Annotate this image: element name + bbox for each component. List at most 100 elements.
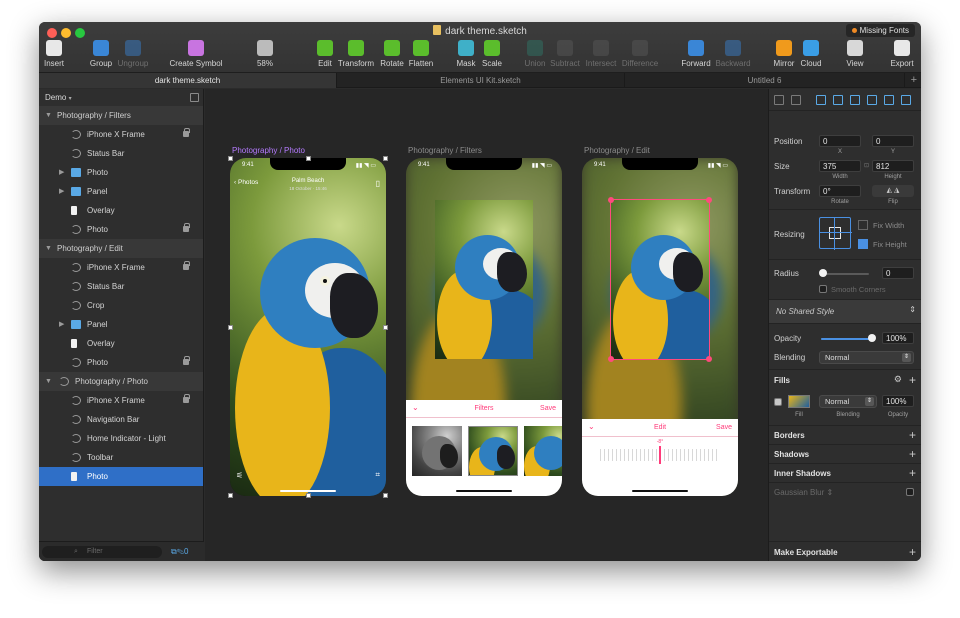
filter-thumb-vivid[interactable] [524,426,562,476]
canvas[interactable]: Photography / Photo Photography / Filter… [205,89,768,561]
resize-handle[interactable] [306,156,311,161]
align-top-icon[interactable] [867,95,877,105]
layer-item[interactable]: Status Bar [39,144,203,163]
layer-group[interactable]: ▼ Photography / Edit [39,239,203,258]
collapse-pages-icon[interactable] [190,93,199,102]
align-center-icon[interactable] [833,95,843,105]
bookmark-icon[interactable]: ▯ [376,179,380,188]
resize-handle[interactable] [228,493,233,498]
toolbar-subtract-button[interactable]: Subtract [548,40,582,70]
align-middle-icon[interactable] [884,95,894,105]
crop-handle[interactable] [706,356,712,362]
lock-icon[interactable] [183,128,190,137]
crop-handle[interactable] [608,356,614,362]
resize-handle[interactable] [383,493,388,498]
disclosure-open-icon[interactable]: ▼ [45,106,52,125]
smooth-corners-checkbox[interactable] [819,285,827,293]
filter-thumb-original[interactable] [468,426,518,476]
fill-enabled-checkbox[interactable] [774,398,782,406]
artboard-filters[interactable]: 9:41 ▮▮ ◥ ▭ ⌄ Filters Save [406,158,562,496]
toolbar-zoom-button[interactable]: 58% [247,40,283,70]
resize-handle[interactable] [228,156,233,161]
layer-item[interactable]: Photo [39,220,203,239]
distribute-horizontal-icon[interactable] [774,95,784,105]
crop-icon[interactable]: ⌗ [375,470,380,480]
layer-item[interactable]: Status Bar [39,277,203,296]
crop-handle[interactable] [706,197,712,203]
opacity-input[interactable]: 100% [882,332,914,344]
flip-buttons[interactable]: ◭ ◮ [872,185,914,197]
gaussian-blur-select[interactable]: Gaussian Blur ⇕ [774,488,833,497]
fill-blending-select[interactable]: Normal ⇕ [819,395,877,408]
layer-item[interactable]: Home Indicator - Light [39,429,203,448]
toolbar-edit-button[interactable]: Edit [315,40,335,70]
lock-icon[interactable] [183,223,190,232]
toolbar-export-button[interactable]: Export [889,40,915,70]
layer-item[interactable]: ▶ Panel [39,315,203,334]
toolbar-symbol-button[interactable]: Create Symbol [169,40,223,70]
disclosure-open-icon[interactable]: ▼ [45,372,52,391]
toolbar-backward-button[interactable]: Backward [715,40,751,70]
add-fill-button[interactable]: + [909,374,916,386]
crop-handle[interactable] [608,197,614,203]
align-right-icon[interactable] [850,95,860,105]
layer-item[interactable]: Crop [39,296,203,315]
disclosure-open-icon[interactable]: ▼ [45,239,52,258]
toolbar-group-button[interactable]: Group [89,40,113,70]
toolbar-cloud-button[interactable]: Cloud [799,40,823,70]
artboard-title-edit[interactable]: Photography / Edit [584,146,650,155]
disclosure-closed-icon[interactable]: ▶ [59,315,64,334]
add-inner-shadow-button[interactable]: + [909,467,916,479]
layer-item[interactable]: Photo [39,353,203,372]
radius-slider[interactable] [821,273,869,275]
align-bottom-icon[interactable] [901,95,911,105]
disclosure-closed-icon[interactable]: ▶ [59,163,64,182]
artboard-title-filters[interactable]: Photography / Filters [408,146,482,155]
fill-swatch[interactable] [788,395,810,408]
fix-width-icon[interactable] [858,220,868,230]
fix-height-icon[interactable] [858,239,868,249]
fix-width-label[interactable]: Fix Width [873,221,904,230]
tab-elements-ui-kit[interactable]: Elements UI Kit.sketch [337,73,625,88]
new-tab-button[interactable]: + [911,74,917,86]
layer-item[interactable]: Toolbar [39,448,203,467]
toolbar-view-button[interactable]: View [844,40,866,70]
blur-enabled-checkbox[interactable] [906,488,914,496]
radius-input[interactable]: 0 [882,267,914,279]
artboard-title-photo[interactable]: Photography / Photo [232,146,305,155]
layer-item[interactable]: Overlay [39,334,203,353]
toolbar-rotate-button[interactable]: Rotate [378,40,406,70]
radius-slider-knob[interactable] [819,269,827,277]
resize-handle[interactable] [228,325,233,330]
add-shadow-button[interactable]: + [909,448,916,460]
distribute-vertical-icon[interactable] [791,95,801,105]
blending-select[interactable]: Normal ⇕ [819,351,914,364]
toolbar-plus-button[interactable]: Insert [43,40,65,70]
shared-style-select[interactable]: No Shared Style ⇕ [769,299,921,323]
opacity-slider-knob[interactable] [868,334,876,342]
x-input[interactable]: 0 [819,135,861,147]
lock-icon[interactable] [183,356,190,365]
add-border-button[interactable]: + [909,429,916,441]
height-input[interactable]: 812 [872,160,914,172]
toolbar-transform-button[interactable]: Transform [337,40,375,70]
fill-opacity-input[interactable]: 100% [882,395,914,407]
layer-item[interactable]: Navigation Bar [39,410,203,429]
layer-group[interactable]: ▼ Photography / Photo [39,372,203,391]
toolbar-ungroup-button[interactable]: Ungroup [117,40,149,70]
toolbar-intersect-button[interactable]: Intersect [584,40,618,70]
layer-item[interactable]: ▶ Panel [39,182,203,201]
artboard-edit[interactable]: 9:41 ▮▮ ◥ ▭ ⌄ Edit Save -8° [582,158,738,496]
resize-handle[interactable] [383,325,388,330]
layer-item[interactable]: iPhone X Frame [39,391,203,410]
filter-input[interactable]: ⌕ Filter [42,546,162,558]
layer-item[interactable]: iPhone X Frame [39,125,203,144]
fix-height-label[interactable]: Fix Height [873,240,907,249]
crop-photo[interactable] [610,199,710,360]
y-input[interactable]: 0 [872,135,914,147]
layer-item[interactable]: ▶ Photo [39,163,203,182]
disclosure-closed-icon[interactable]: ▶ [59,182,64,201]
lock-icon[interactable] [183,261,190,270]
toolbar-scale-button[interactable]: Scale [480,40,504,70]
rotate-input[interactable]: 0° [819,185,861,197]
